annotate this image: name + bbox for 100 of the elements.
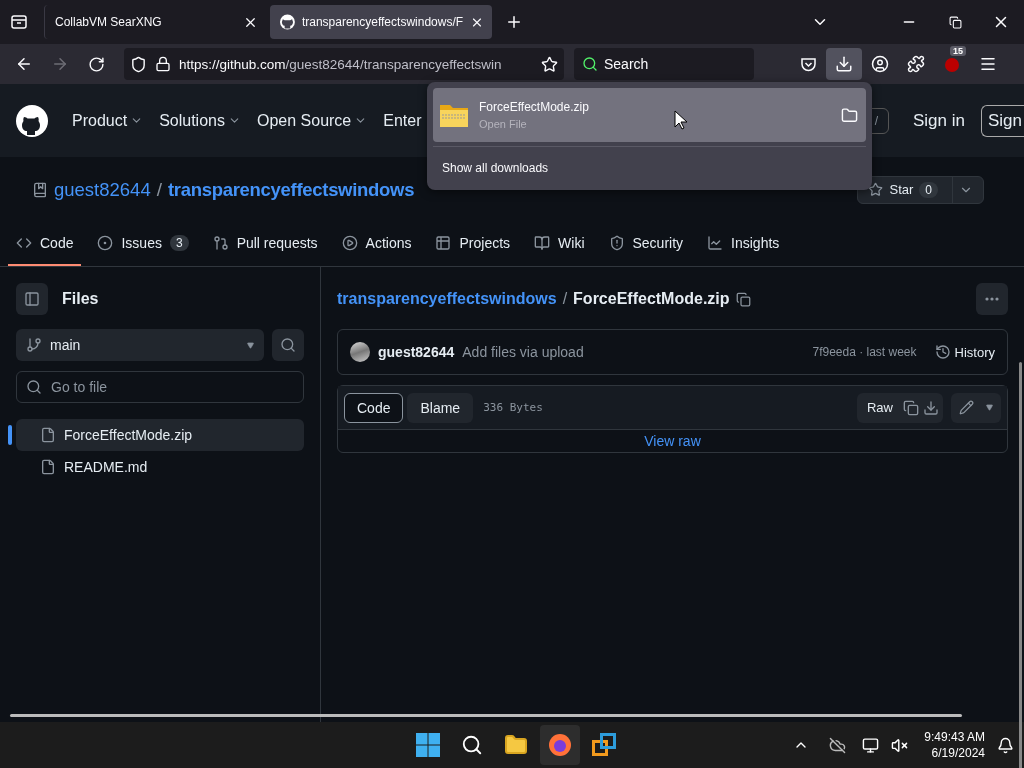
- pocket-icon[interactable]: [799, 55, 817, 73]
- commit-author: guest82644: [378, 344, 455, 360]
- bookmark-icon[interactable]: [541, 55, 558, 73]
- repo-tab[interactable]: Pull requests: [204, 222, 326, 266]
- windows-logo-icon[interactable]: [416, 733, 440, 757]
- back-icon[interactable]: [15, 55, 33, 73]
- account-icon[interactable]: [871, 55, 889, 73]
- star-button[interactable]: Star 0: [857, 175, 984, 204]
- table-icon: [435, 235, 452, 252]
- repo-tab[interactable]: Wiki: [526, 222, 593, 266]
- file-name: ForceEffectMode.zip: [573, 290, 730, 308]
- search-field[interactable]: Search: [574, 48, 754, 80]
- volume-muted-icon[interactable]: [891, 736, 909, 754]
- nav-menu[interactable]: Solutions: [159, 111, 241, 130]
- repo-tab[interactable]: Security: [600, 222, 692, 266]
- owner-link[interactable]: guest82644: [54, 178, 151, 201]
- issue-count: 3: [169, 235, 189, 252]
- repo-tab[interactable]: Actions: [333, 222, 420, 266]
- menu-icon[interactable]: [979, 55, 997, 73]
- sidebar-title: Files: [62, 290, 99, 308]
- repo-tab[interactable]: Projects: [427, 222, 519, 266]
- folder-icon[interactable]: [504, 733, 528, 757]
- download-icon: [835, 55, 853, 73]
- view-raw-link[interactable]: View raw: [338, 430, 1007, 452]
- caret-icon[interactable]: [986, 404, 993, 411]
- panel-icon: [24, 291, 40, 307]
- history-button[interactable]: History: [934, 344, 995, 360]
- logo-icon[interactable]: [16, 104, 48, 137]
- sign-in-link[interactable]: Sign in: [913, 110, 965, 131]
- repo-tab[interactable]: Insights: [699, 222, 788, 266]
- search-icon[interactable]: [461, 734, 483, 756]
- browser-icon: [548, 733, 572, 757]
- repo-tab[interactable]: Code: [8, 222, 82, 266]
- show-all-downloads-link[interactable]: Show all downloads: [442, 161, 549, 175]
- caret-icon: [247, 341, 254, 349]
- view-tab[interactable]: Blame: [407, 392, 474, 423]
- downloads-button[interactable]: [826, 48, 862, 80]
- branch-icon: [26, 337, 42, 353]
- selection-indicator: [8, 425, 12, 445]
- repo-link[interactable]: transparencyeffectswindows: [168, 178, 415, 201]
- search-button[interactable]: [272, 329, 304, 361]
- copy-icon[interactable]: [735, 291, 751, 307]
- shield-icon: [608, 235, 625, 252]
- download-status: Open File: [479, 118, 528, 130]
- nav-menu[interactable]: Open Source: [256, 111, 368, 130]
- network-icon[interactable]: [862, 736, 880, 754]
- file-search-field[interactable]: Go to file: [16, 371, 304, 403]
- path-separator: /: [156, 178, 162, 201]
- sign-up-button[interactable]: Sign: [980, 104, 1024, 137]
- scrollbar[interactable]: [10, 714, 962, 717]
- edit-icon[interactable]: [959, 400, 974, 415]
- search-icon: [582, 56, 598, 72]
- file-item[interactable]: README.md: [16, 451, 304, 483]
- search-icon: [280, 337, 296, 353]
- forward-icon[interactable]: [51, 55, 69, 73]
- browser-tab[interactable]: transparencyeffectswindows/F: [270, 5, 492, 39]
- copy-icon[interactable]: [903, 399, 919, 416]
- zip-folder-icon: [439, 102, 469, 128]
- overlapping-squares-icon[interactable]: [592, 733, 616, 757]
- file-icon: [40, 427, 56, 443]
- file-icon: [40, 459, 56, 475]
- star-icon: [868, 182, 884, 198]
- repo-link[interactable]: transparencyeffectswindows: [337, 290, 557, 308]
- cursor-icon: [674, 110, 688, 130]
- circle-dot-icon: [97, 235, 114, 252]
- tab-overview-icon[interactable]: [10, 13, 28, 31]
- commit-message: Add files via upload: [462, 344, 584, 360]
- address-bar[interactable]: https://github.com/guest82644/transparencyeffectswin: [124, 48, 564, 80]
- nav-menu[interactable]: Enter: [383, 111, 422, 130]
- scrollbar[interactable]: [1019, 362, 1022, 768]
- notifications-icon[interactable]: [997, 736, 1014, 754]
- raw-button[interactable]: Raw: [861, 400, 899, 415]
- clock[interactable]: 9:49:43 AM 6/19/2024: [924, 730, 985, 760]
- puzzle-icon[interactable]: [907, 55, 925, 73]
- file-size: 336 Bytes: [483, 401, 543, 414]
- branch-selector[interactable]: main: [16, 329, 264, 361]
- more-icon: [985, 297, 999, 301]
- book-icon: [534, 235, 551, 252]
- browser-tab[interactable]: CollabVM SearXNG: [44, 5, 266, 39]
- reload-icon[interactable]: [87, 55, 105, 73]
- history-icon: [934, 344, 951, 360]
- star-count: 0: [919, 181, 938, 198]
- cloud-off-icon[interactable]: [829, 736, 847, 754]
- repo-tab[interactable]: Issues 3: [89, 222, 197, 266]
- file-item[interactable]: ForceEffectMode.zip: [16, 419, 304, 451]
- play-icon: [341, 235, 358, 252]
- collapse-sidebar-button[interactable]: [16, 283, 48, 315]
- badge-count: 15: [950, 46, 966, 56]
- download-icon[interactable]: [923, 399, 939, 416]
- lock-icon: [155, 56, 171, 72]
- repo-icon: [32, 181, 48, 198]
- browser-button[interactable]: [540, 725, 580, 765]
- cat-icon: [280, 14, 295, 30]
- view-tab[interactable]: Code: [344, 392, 404, 423]
- restore-icon[interactable]: [948, 15, 962, 29]
- new-tab-icon[interactable]: [505, 13, 523, 31]
- download-item[interactable]: ForceEffectMode.zip Open File: [433, 88, 866, 142]
- path-separator: /: [562, 290, 568, 308]
- shield-icon: [130, 55, 147, 73]
- nav-menu[interactable]: Product: [72, 111, 144, 130]
